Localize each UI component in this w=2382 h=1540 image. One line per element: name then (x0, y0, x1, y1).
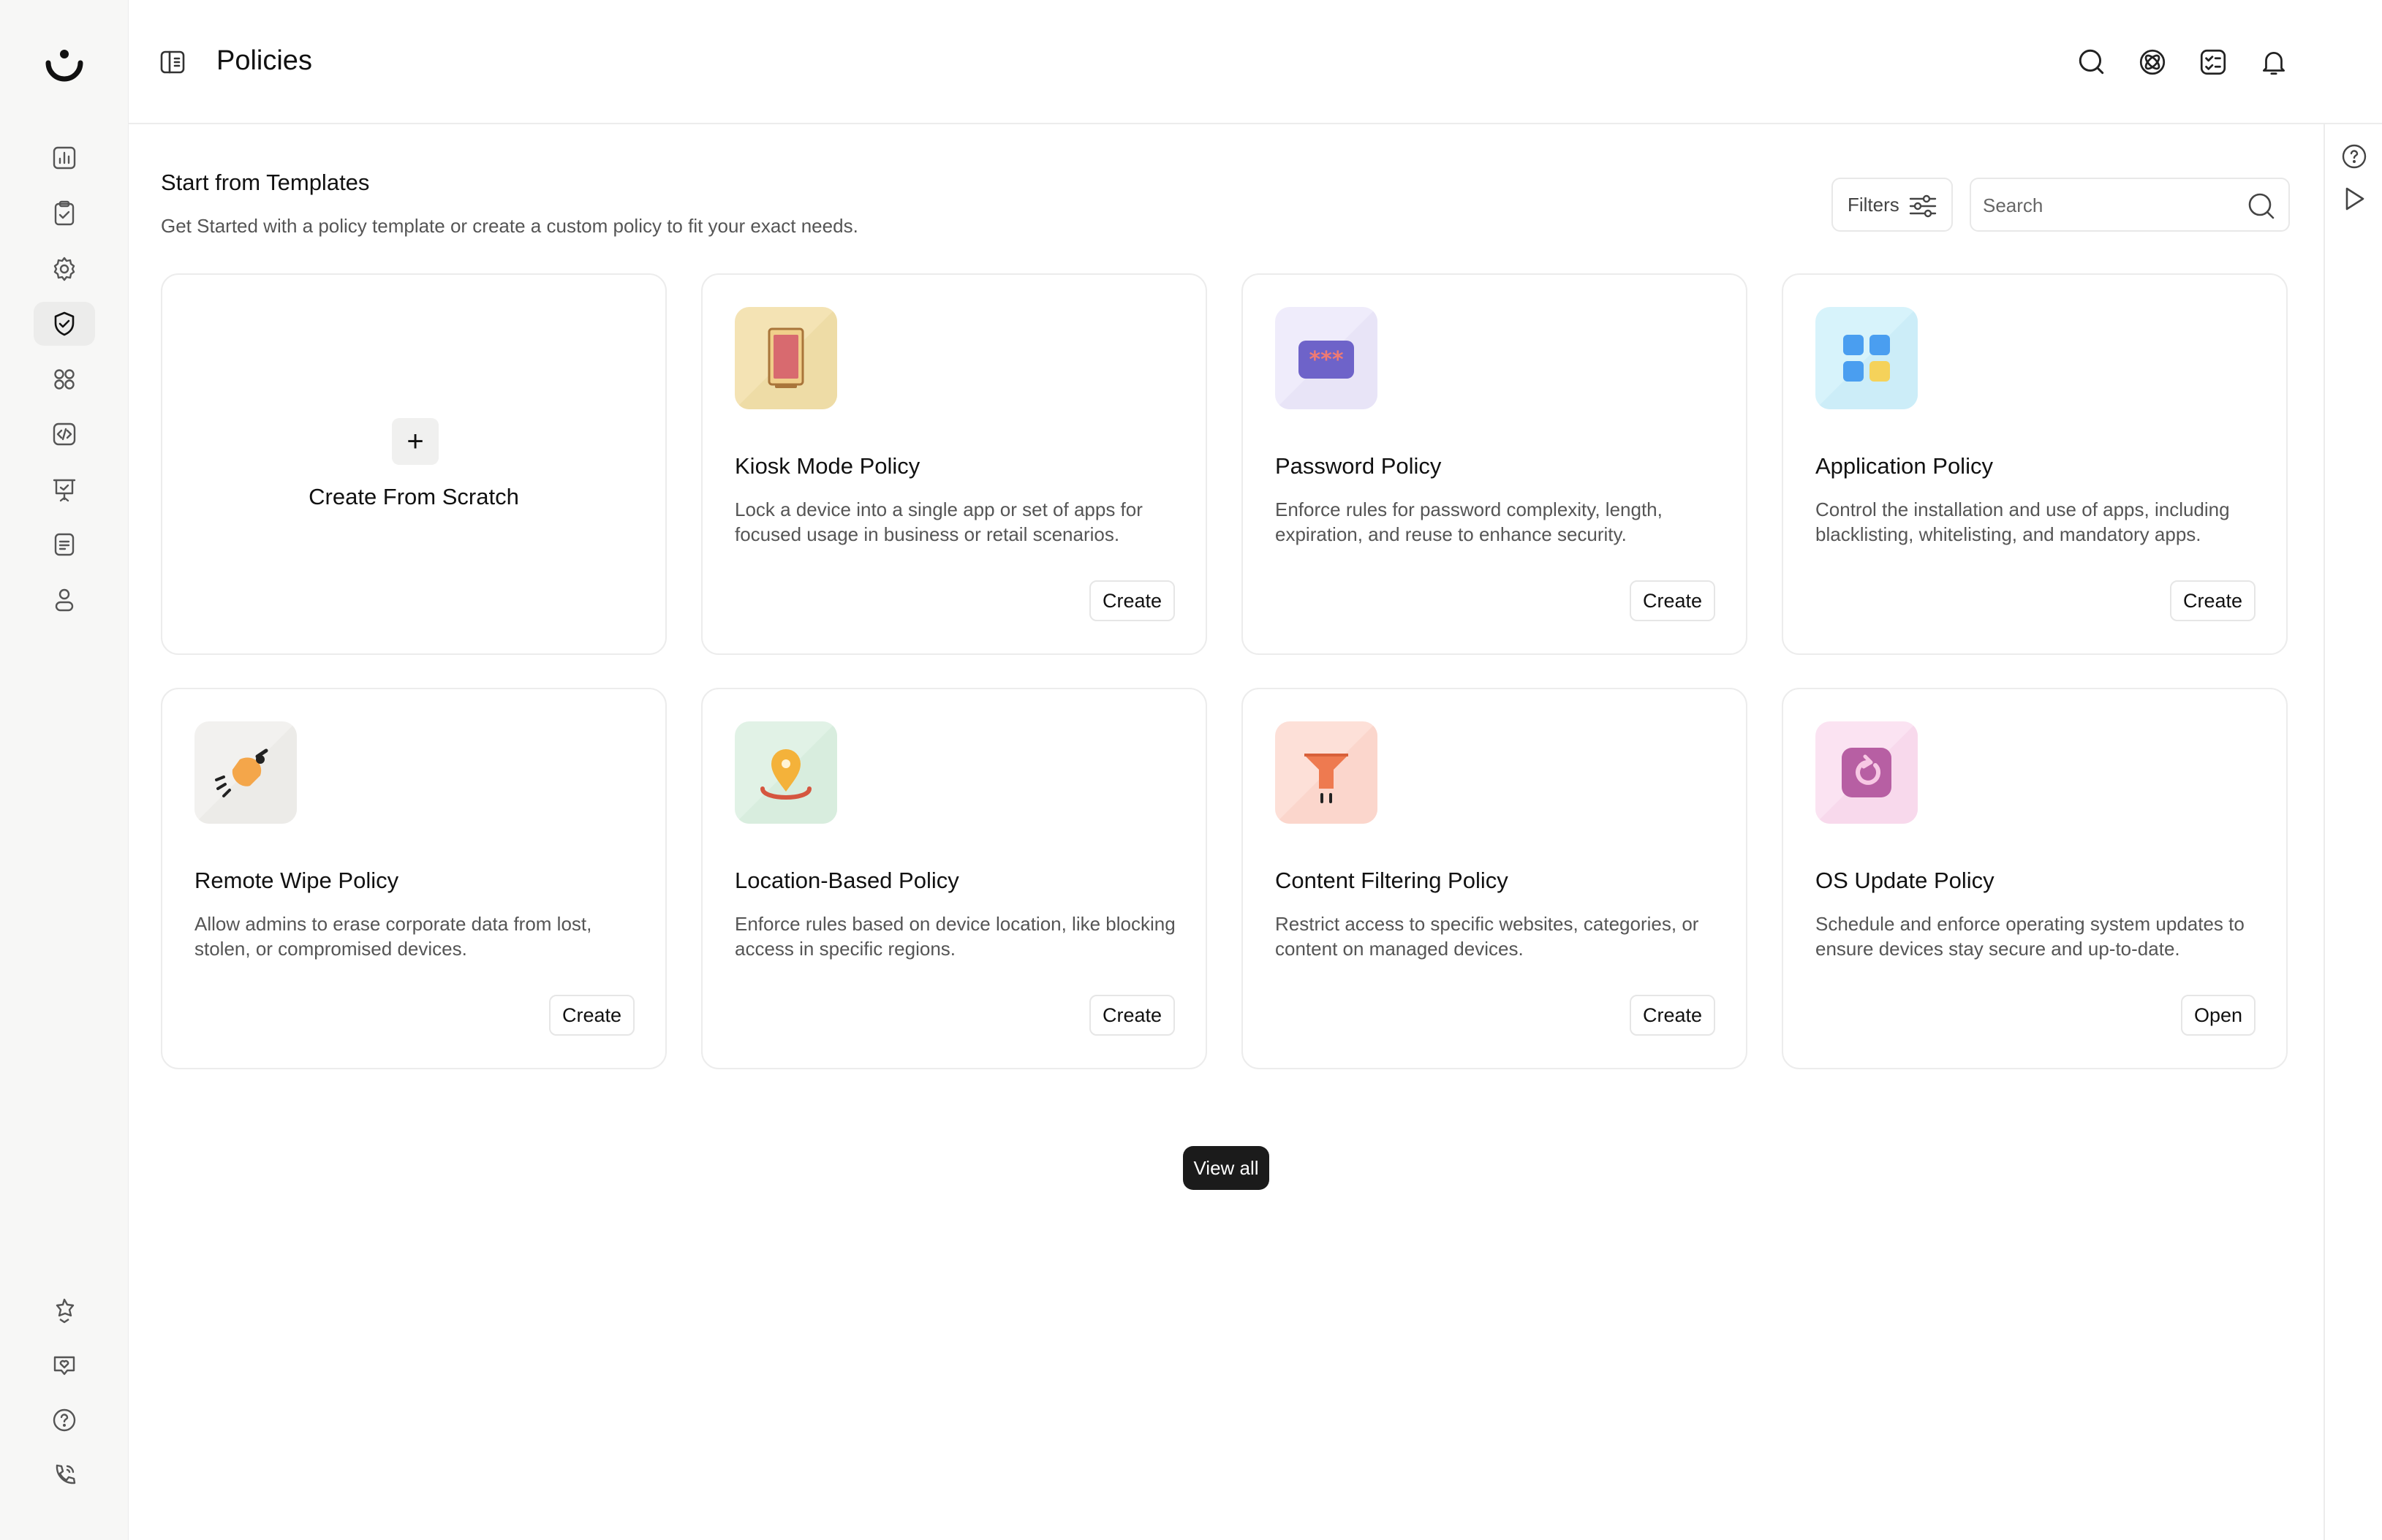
notifications-button[interactable] (2257, 45, 2291, 79)
brand-logo-icon[interactable] (41, 41, 88, 88)
policy-title: Remote Wipe Policy (194, 868, 399, 893)
policy-card-application[interactable]: Application Policy Control the installat… (1782, 273, 2288, 655)
sidebar-item-policies[interactable] (34, 302, 95, 346)
sidebar-item-tasks[interactable] (34, 191, 95, 235)
search-icon (2079, 49, 2104, 75)
heart-message-icon (53, 1356, 75, 1376)
sidebar-item-settings[interactable] (34, 247, 95, 291)
apps-grid-icon (54, 369, 75, 390)
filters-button[interactable]: Filters (1831, 178, 1953, 232)
app-grid-icon (1815, 307, 1918, 409)
presentation-board-icon (53, 479, 76, 502)
create-from-scratch-card[interactable]: + Create From Scratch (161, 273, 667, 655)
policy-description: Enforce rules for password complexity, l… (1275, 498, 1663, 545)
top-bar: Policies (129, 0, 2382, 124)
sparkle-badge-icon (56, 1298, 75, 1324)
shield-check-icon (54, 311, 75, 336)
section-subtitle: Get Started with a policy template or cr… (161, 215, 858, 237)
policy-description: Enforce rules based on device location, … (735, 913, 1176, 960)
sidebar-item-apps[interactable] (34, 357, 95, 401)
sidebar-item-dashboard[interactable] (34, 136, 95, 180)
create-from-scratch-label: Create From Scratch (309, 484, 519, 509)
filters-label: Filters (1848, 193, 1899, 216)
policy-description: Control the installation and use of apps… (1815, 498, 2230, 545)
clipboard-check-icon (54, 200, 75, 226)
play-icon (2345, 187, 2364, 210)
svg-text:***: *** (1309, 347, 1343, 373)
policy-title: Password Policy (1275, 453, 1442, 479)
checklist-icon (2200, 49, 2226, 75)
rail-play-button[interactable] (2338, 183, 2370, 215)
help-circle-icon (53, 1408, 76, 1432)
right-rail (2324, 124, 2382, 1540)
user-icon (55, 588, 74, 612)
search-input[interactable] (1983, 188, 2231, 223)
help-circle-icon (2342, 144, 2367, 169)
bar-chart-icon (53, 146, 76, 170)
sidebar-item-help[interactable] (34, 1398, 95, 1442)
create-button[interactable]: Create (2169, 580, 2256, 621)
create-button[interactable]: Create (1629, 995, 1715, 1036)
search-field[interactable] (1970, 178, 2290, 232)
view-all-button[interactable]: View all (1183, 1146, 1269, 1190)
policy-title: Content Filtering Policy (1275, 868, 1508, 893)
sidebar-item-users[interactable] (34, 577, 95, 621)
code-icon (53, 422, 76, 446)
create-button[interactable]: Create (1629, 580, 1715, 621)
sidebar-item-reports[interactable] (34, 523, 95, 566)
policy-description: Restrict access to specific websites, ca… (1275, 913, 1699, 960)
funnel-filter-icon (1275, 721, 1377, 824)
search-icon[interactable] (2246, 191, 2277, 221)
plus-icon[interactable]: + (392, 418, 439, 465)
global-search-button[interactable] (2075, 45, 2109, 79)
integrations-button[interactable] (2136, 45, 2169, 79)
sidebar-item-whats-new[interactable] (34, 1289, 95, 1332)
gear-icon (53, 257, 75, 281)
policy-card-content-filtering[interactable]: Content Filtering Policy Restrict access… (1241, 688, 1747, 1069)
policy-title: Location-Based Policy (735, 868, 959, 893)
create-button[interactable]: Create (548, 995, 635, 1036)
policy-card-password[interactable]: *** Password Policy Enforce rules for pa… (1241, 273, 1747, 655)
sidebar-item-support[interactable] (34, 1453, 95, 1497)
refresh-update-icon (1815, 721, 1918, 824)
sidebar-item-feedback[interactable] (34, 1343, 95, 1387)
policy-title: Application Policy (1815, 453, 1993, 479)
policy-title: Kiosk Mode Policy (735, 453, 920, 479)
broom-icon (194, 721, 297, 824)
checklist-button[interactable] (2196, 45, 2230, 79)
sliders-icon (1909, 194, 1937, 218)
policy-description: Lock a device into a single app or set o… (735, 498, 1143, 545)
sidebar-toggle-icon[interactable] (158, 48, 187, 77)
policy-card-location-based[interactable]: Location-Based Policy Enforce rules base… (701, 688, 1207, 1069)
policy-card-kiosk-mode[interactable]: Kiosk Mode Policy Lock a device into a s… (701, 273, 1207, 655)
rail-help-button[interactable] (2338, 140, 2370, 172)
create-button[interactable]: Create (1089, 995, 1175, 1036)
phone-icon (56, 1464, 76, 1484)
location-pin-icon (735, 721, 837, 824)
section-title: Start from Templates (161, 170, 370, 195)
policy-description: Allow admins to erase corporate data fro… (194, 913, 592, 960)
atom-icon (2139, 49, 2166, 75)
policy-description: Schedule and enforce operating system up… (1815, 913, 2245, 960)
kiosk-tablet-icon (735, 307, 837, 409)
policy-card-os-update[interactable]: OS Update Policy Schedule and enforce op… (1782, 688, 2288, 1069)
document-icon (54, 533, 75, 556)
bell-icon (2262, 52, 2285, 75)
sidebar-item-developer[interactable] (34, 412, 95, 456)
page-title: Policies (216, 45, 312, 76)
sidebar-item-presentation[interactable] (34, 468, 95, 512)
policy-title: OS Update Policy (1815, 868, 1995, 893)
sidebar (0, 0, 129, 1540)
create-button[interactable]: Create (1089, 580, 1175, 621)
policy-card-remote-wipe[interactable]: Remote Wipe Policy Allow admins to erase… (161, 688, 667, 1069)
password-asterisks-icon: *** (1275, 307, 1377, 409)
open-button[interactable]: Open (2180, 995, 2256, 1036)
